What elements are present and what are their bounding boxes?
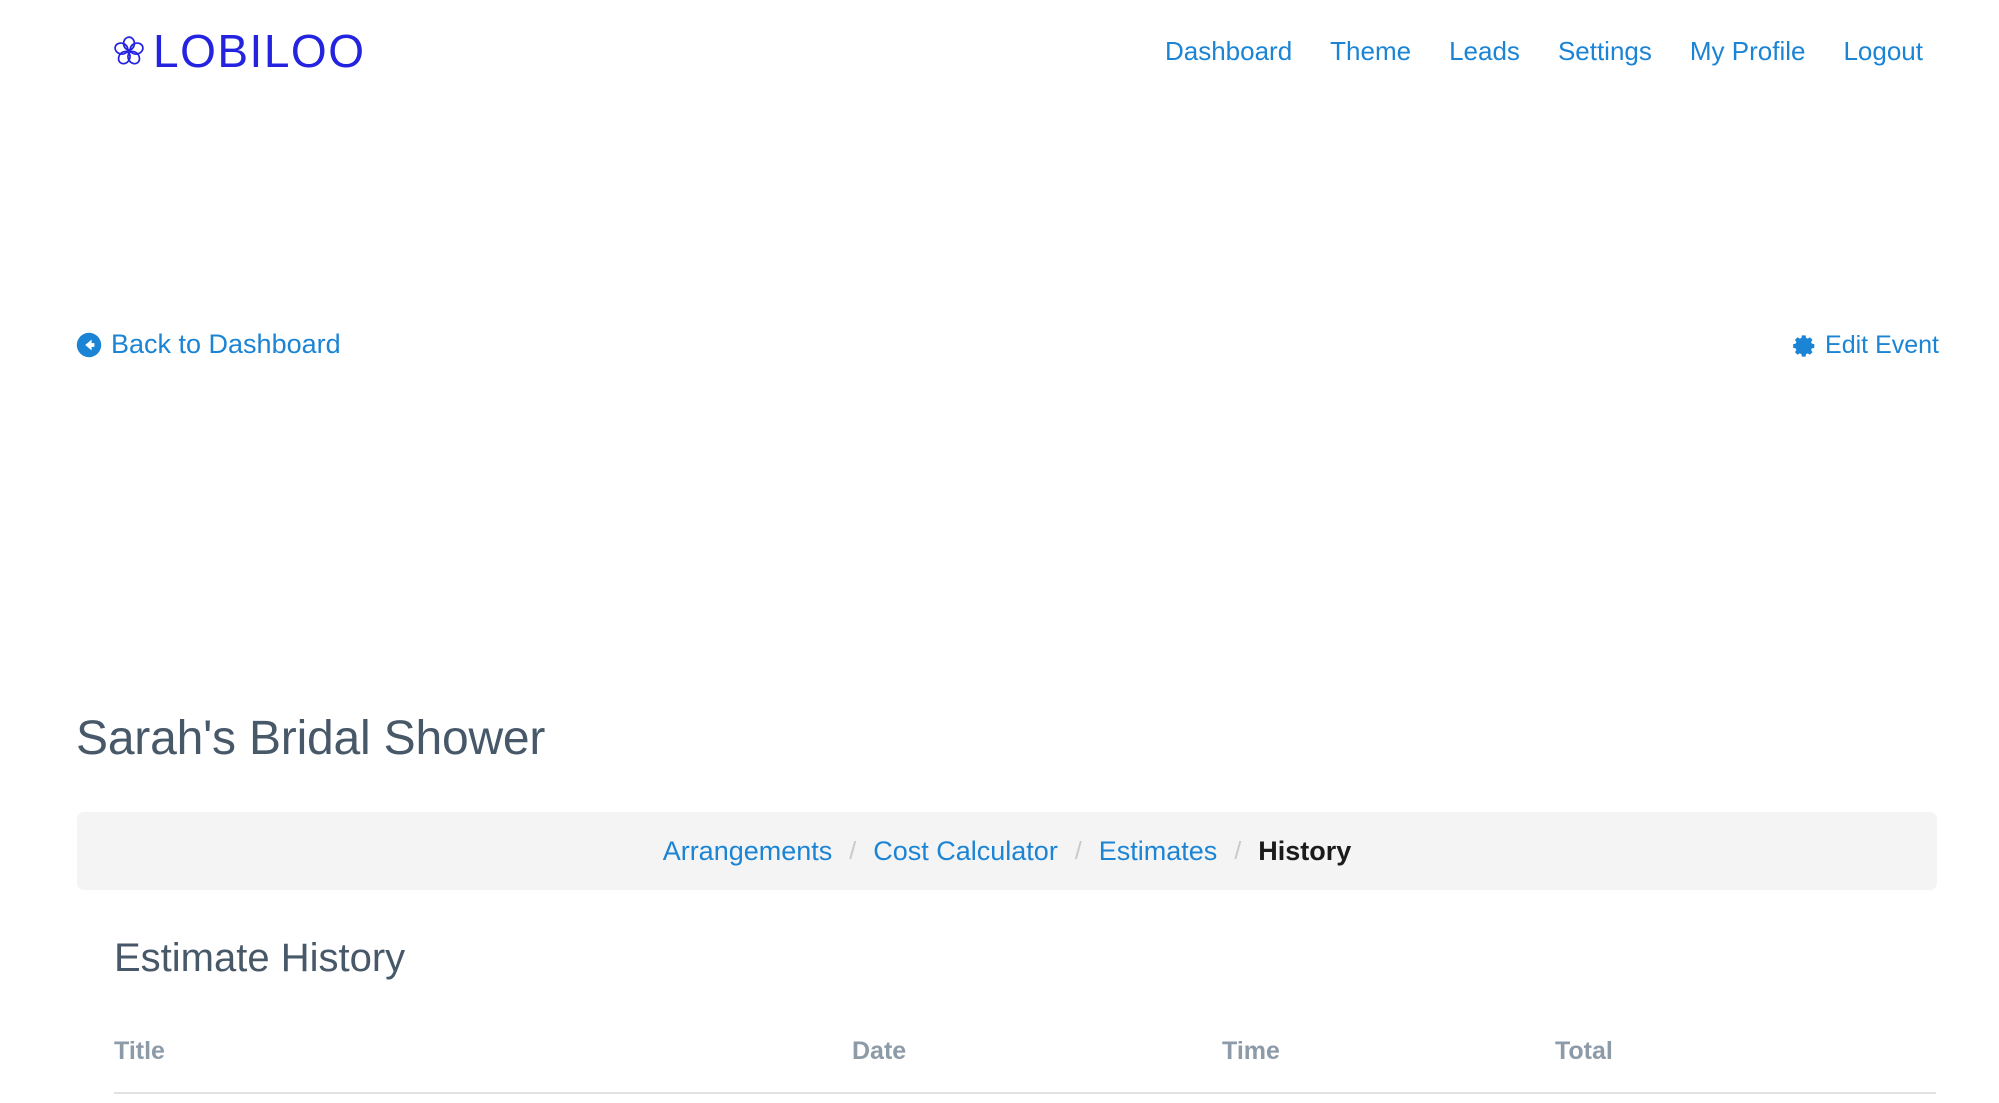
page-content: Back to Dashboard Edit Event Sarah's Bri… [0,329,1999,1103]
breadcrumb: Arrangements / Cost Calculator / Estimat… [77,812,1937,890]
gear-icon [1793,334,1817,358]
brand-logo[interactable]: LOBILOO [112,28,365,74]
back-to-dashboard-link[interactable]: Back to Dashboard [76,329,341,360]
table-header-row: Title Date Time Total [114,1029,1936,1094]
brand-name: LOBILOO [153,25,366,77]
breadcrumb-item-arrangements[interactable]: Arrangements [663,836,833,867]
site-header: LOBILOO Dashboard Theme Leads Settings M… [0,0,1999,112]
back-to-dashboard-label: Back to Dashboard [111,329,341,359]
nav-logout[interactable]: Logout [1843,36,1923,67]
breadcrumb-separator: / [1234,836,1242,865]
table-header: Title Date Time Total [114,1029,1936,1094]
page-title: Sarah's Bridal Shower [76,712,546,765]
nav-settings[interactable]: Settings [1558,36,1652,67]
edit-event-link[interactable]: Edit Event [1793,331,1939,360]
cell-date: 11/12/18 [852,1093,1222,1103]
breadcrumb-separator: / [849,836,857,865]
column-header-total: Total [1555,1029,1936,1094]
arrow-circle-left-icon [76,332,102,358]
table-body: Sarah's Bridal Shower 11/12/18 5:35 PM $… [114,1093,1936,1103]
main-navigation: Dashboard Theme Leads Settings My Profil… [1165,36,1923,67]
nav-my-profile[interactable]: My Profile [1690,36,1806,67]
breadcrumb-item-history[interactable]: History [1258,836,1351,867]
column-header-time: Time [1222,1029,1555,1094]
section-heading: Estimate History [114,936,406,980]
column-header-date: Date [852,1029,1222,1094]
nav-theme[interactable]: Theme [1330,36,1411,67]
column-header-title: Title [114,1029,852,1094]
estimate-history-table: Title Date Time Total Sarah's Bridal Sho… [114,1029,1936,1103]
breadcrumb-separator: / [1074,836,1082,865]
cell-title: Sarah's Bridal Shower [114,1093,852,1103]
edit-event-label: Edit Event [1825,331,1939,359]
breadcrumb-item-cost-calculator[interactable]: Cost Calculator [873,836,1058,867]
utility-row: Back to Dashboard Edit Event [0,329,1999,371]
table-row: Sarah's Bridal Shower 11/12/18 5:35 PM $… [114,1093,1936,1103]
cell-total: $2,786.36 [1555,1093,1936,1103]
flower-icon [112,34,146,68]
breadcrumb-item-estimates[interactable]: Estimates [1099,836,1218,867]
nav-leads[interactable]: Leads [1449,36,1520,67]
nav-dashboard[interactable]: Dashboard [1165,36,1292,67]
cell-time: 5:35 PM [1222,1093,1555,1103]
